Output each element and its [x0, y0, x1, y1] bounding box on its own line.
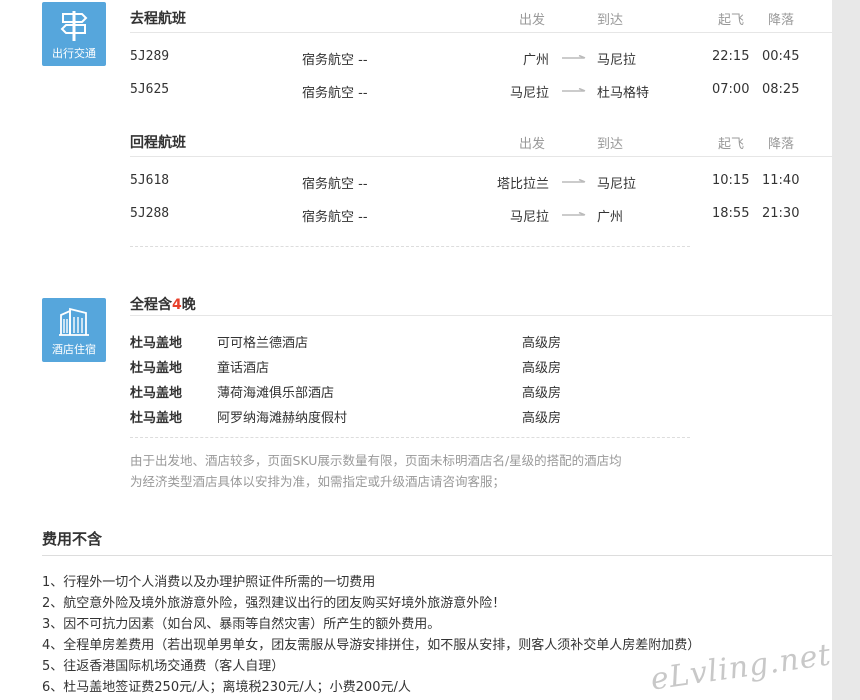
hotel-note: 由于出发地、酒店较多，页面SKU展示数量有限，页面未标明酒店名/星级的搭配的酒店… [130, 450, 690, 492]
return-col-depart: 出发 [519, 137, 546, 152]
exclusion-item: 3、因不可抗力因素（如台风、暴雨等自然灾害）所产生的额外费用。 [42, 617, 441, 632]
takeoff-time: 07:00 [712, 82, 750, 97]
flight-number: 5J288 [130, 206, 170, 221]
exclusion-item: 4、全程单房差费用（若出现单男单女，团友需服从导游安排拼住，如不服从安排，则客人… [42, 638, 701, 653]
exclusion-item: 1、行程外一切个人消费以及办理护照证件所需的一切费用 [42, 575, 376, 590]
depart-city: 马尼拉 [509, 210, 549, 225]
arrive-city: 杜马格特 [597, 86, 650, 101]
land-time: 08:25 [762, 82, 800, 97]
signpost-icon [60, 11, 88, 41]
arrow-icon [562, 55, 586, 59]
hotel-title-prefix: 全程含 [130, 297, 172, 313]
hotel-dashed-divider [130, 437, 690, 438]
takeoff-time: 18:55 [712, 206, 750, 221]
hotel-city: 杜马盖地 [130, 336, 183, 351]
outbound-col-depart: 出发 [519, 13, 546, 28]
exclusion-item: 2、航空意外险及境外旅游意外险，强烈建议出行的团友购买好境外旅游意外险！ [42, 596, 506, 611]
airline: 宿务航空 -- [302, 210, 368, 225]
hotel-name: 童话酒店 [217, 361, 270, 376]
arrow-icon [562, 88, 586, 92]
outbound-col-land: 降落 [768, 13, 795, 28]
exclusion-item: 6、杜马盖地签证费250元/人；离境税230元/人；小费200元/人 [42, 680, 411, 695]
depart-city: 塔比拉兰 [496, 177, 549, 192]
flight-number: 5J289 [130, 49, 170, 64]
outbound-divider [130, 32, 832, 33]
return-col-land: 降落 [768, 137, 795, 152]
return-col-takeoff: 起飞 [718, 137, 745, 152]
hotel-city: 杜马盖地 [130, 386, 183, 401]
hotel-badge-label: 酒店住宿 [52, 343, 96, 356]
exclusions-divider [42, 555, 832, 556]
land-time: 00:45 [762, 49, 800, 64]
transport-badge-label: 出行交通 [52, 47, 96, 60]
depart-city: 马尼拉 [509, 86, 549, 101]
hotel-divider [130, 315, 832, 316]
flight-number: 5J618 [130, 173, 170, 188]
hotel-city: 杜马盖地 [130, 361, 183, 376]
room-type: 高级房 [522, 386, 562, 401]
hotel-note-line: 为经济类型酒店具体以安排为准，如需指定或升级酒店请咨询客服； [130, 474, 506, 489]
takeoff-time: 22:15 [712, 49, 750, 64]
hotel-name: 可可格兰德酒店 [217, 336, 309, 351]
takeoff-time: 10:15 [712, 173, 750, 188]
room-type: 高级房 [522, 361, 562, 376]
hotel-title-suffix: 晚 [181, 297, 196, 313]
hotel-title: 全程含4晚 [130, 294, 196, 314]
hotel-city: 杜马盖地 [130, 411, 183, 426]
land-time: 21:30 [762, 206, 800, 221]
flight-number: 5J625 [130, 82, 170, 97]
airline: 宿务航空 -- [302, 53, 368, 68]
hotel-nights: 4 [172, 297, 182, 313]
outbound-col-takeoff: 起飞 [718, 13, 745, 28]
depart-city: 广州 [522, 53, 549, 68]
airline: 宿务航空 -- [302, 86, 368, 101]
transport-dashed-divider [130, 246, 690, 247]
exclusions-list: 1、行程外一切个人消费以及办理护照证件所需的一切费用 2、航空意外险及境外旅游意… [42, 572, 700, 698]
return-title: 回程航班 [130, 135, 186, 151]
scrollbar[interactable] [832, 0, 860, 700]
hotel-building-icon [59, 307, 89, 336]
arrive-city: 马尼拉 [597, 177, 637, 192]
airline: 宿务航空 -- [302, 177, 368, 192]
hotel-note-line: 由于出发地、酒店较多，页面SKU展示数量有限，页面未标明酒店名/星级的搭配的酒店… [130, 453, 622, 468]
return-divider [130, 156, 832, 157]
room-type: 高级房 [522, 411, 562, 426]
return-col-arrive: 到达 [597, 137, 624, 152]
transport-badge: 出行交通 [42, 2, 106, 66]
hotel-name: 阿罗纳海滩赫纳度假村 [217, 411, 348, 426]
land-time: 11:40 [762, 173, 800, 188]
arrow-icon [562, 179, 586, 183]
hotel-badge: 酒店住宿 [42, 298, 106, 362]
exclusions-title: 费用不含 [42, 530, 103, 548]
hotel-name: 薄荷海滩俱乐部酒店 [217, 386, 335, 401]
outbound-col-arrive: 到达 [597, 13, 624, 28]
arrive-city: 马尼拉 [597, 53, 637, 68]
outbound-title: 去程航班 [130, 11, 186, 27]
arrow-icon [562, 212, 586, 216]
exclusion-item: 5、往返香港国际机场交通费（客人自理） [42, 659, 285, 674]
room-type: 高级房 [522, 336, 562, 351]
arrive-city: 广州 [597, 210, 624, 225]
